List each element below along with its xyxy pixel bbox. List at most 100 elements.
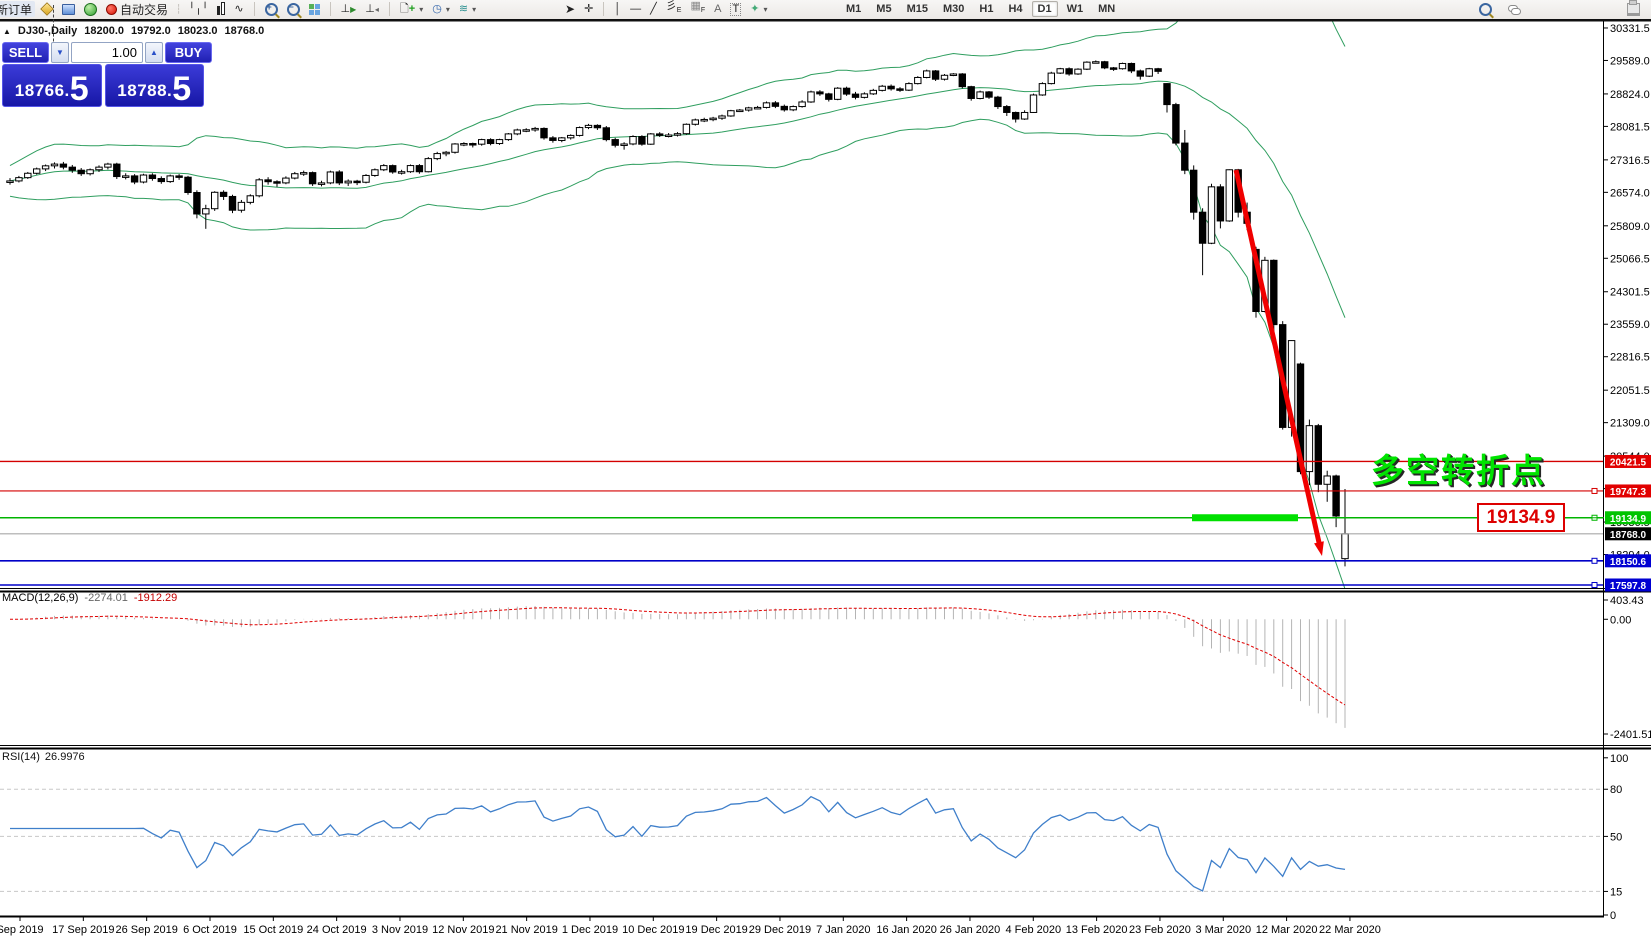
timeframe-m15[interactable]: M15 (901, 1, 934, 17)
chat-icon[interactable] (1505, 1, 1523, 17)
bar-chart-button[interactable]: ╵╷╵ (185, 1, 211, 17)
candlestick-chart-button[interactable] (214, 1, 228, 17)
macd-main-value: -2274.01 (84, 592, 127, 604)
text-label-button[interactable]: T (727, 1, 744, 17)
timeframe-w1[interactable]: W1 (1061, 1, 1090, 17)
candle (407, 166, 413, 172)
candle (568, 135, 574, 137)
crosshair-button[interactable]: ✛ (581, 1, 596, 17)
candle (781, 106, 787, 109)
zoom-out-button[interactable]: − (284, 1, 303, 17)
candle (496, 140, 502, 144)
candle (283, 178, 289, 183)
price-badge-text: 17597.8 (1610, 581, 1647, 592)
candle (292, 174, 298, 178)
candle (69, 167, 75, 170)
candle (915, 77, 921, 83)
candle (1217, 187, 1223, 221)
candle (941, 75, 947, 79)
line-chart-button[interactable]: ∿ (231, 1, 246, 17)
candle (185, 177, 191, 192)
candle (1164, 84, 1170, 105)
candle (1333, 476, 1339, 516)
date-axis-label: 4 Feb 2020 (1005, 924, 1061, 936)
timeframe-h4[interactable]: H4 (1002, 1, 1028, 17)
line-anchor-marker[interactable] (1592, 488, 1597, 493)
candle (34, 169, 40, 173)
support-zone-bar[interactable] (1192, 514, 1298, 521)
candle (843, 88, 849, 94)
fibo-fan-button[interactable]: ▦F (687, 1, 708, 17)
broadcast-icon[interactable] (81, 1, 100, 17)
date-axis-label: 3 Mar 2020 (1195, 924, 1251, 936)
cursor-button[interactable]: ➤ (562, 1, 578, 17)
price-callout-box[interactable]: 19134.9 (1477, 503, 1565, 532)
candle (1057, 69, 1063, 73)
candle (1075, 69, 1081, 74)
search-icon[interactable] (1476, 1, 1495, 17)
sell-button[interactable]: SELL (2, 42, 49, 63)
autotrading-button[interactable]: 自动交易 (103, 1, 171, 17)
trendline-button[interactable]: ╱ (647, 1, 660, 17)
fibonacci-button[interactable]: 彡E (663, 1, 685, 17)
candle (309, 173, 315, 184)
print-icon[interactable] (1624, 1, 1643, 17)
candle (203, 209, 209, 214)
candle (96, 167, 102, 170)
candle (7, 181, 13, 183)
indicators-button[interactable]: ≋▾ (456, 1, 479, 17)
candle (434, 154, 440, 159)
arrows-button[interactable]: ✦▾ (747, 1, 770, 17)
timeframe-m5[interactable]: M5 (870, 1, 897, 17)
buy-price-panel[interactable]: 18788. 5 (105, 64, 205, 107)
rsi-scale-label: 80 (1610, 784, 1622, 796)
turning-point-annotation[interactable]: 多空转折点 (1371, 444, 1546, 492)
candle (585, 125, 591, 127)
date-axis-label: 15 Oct 2019 (243, 924, 303, 936)
macd-name: MACD(12,26,9) (2, 592, 78, 604)
candle (51, 164, 57, 166)
vertical-line-button[interactable]: │ (611, 1, 624, 17)
trend-arrow[interactable] (1236, 170, 1320, 546)
text-button[interactable]: A (711, 1, 724, 17)
candle (1066, 69, 1072, 74)
candle (220, 192, 226, 196)
timeframe-m30[interactable]: M30 (937, 1, 970, 17)
volume-decrease-button[interactable]: ▼ (51, 42, 69, 63)
candle (950, 74, 956, 76)
horizontal-line-button[interactable]: — (627, 1, 644, 17)
timeframe-h1[interactable]: H1 (973, 1, 999, 17)
line-anchor-marker[interactable] (1592, 582, 1597, 587)
candle (897, 89, 903, 91)
sell-price-panel[interactable]: 18766. 5 (2, 64, 102, 107)
candle (1155, 69, 1161, 72)
candle (1146, 69, 1152, 76)
periods-button[interactable]: ◷▾ (429, 1, 453, 17)
candle (461, 144, 467, 146)
tile-windows-button[interactable] (306, 1, 323, 17)
candle (470, 144, 476, 146)
line-anchor-marker[interactable] (1592, 558, 1597, 563)
new-order-button[interactable]: 新订单 (0, 1, 35, 17)
candle (1191, 170, 1197, 212)
templates-button[interactable]: 🗋+▾ (397, 1, 426, 17)
timeframe-m1[interactable]: M1 (840, 1, 867, 17)
chart-shift-button[interactable]: ⊥◂ (362, 1, 382, 17)
profiles-icon[interactable] (59, 1, 78, 17)
volume-increase-button[interactable]: ▲ (145, 42, 163, 63)
timeframe-mn[interactable]: MN (1092, 1, 1121, 17)
autoscroll-button[interactable]: ⊥▶ (338, 1, 360, 17)
candle (835, 88, 841, 99)
one-click-toggle[interactable]: ▲ (3, 27, 11, 36)
timeframe-d1[interactable]: D1 (1032, 1, 1058, 17)
sell-price: 18766. (15, 78, 70, 104)
candle (665, 135, 671, 137)
volume-input[interactable] (71, 42, 143, 63)
candle (959, 74, 965, 87)
candle (479, 140, 485, 145)
zoom-in-button[interactable]: + (262, 1, 281, 17)
price-axis-label: 28081.5 (1610, 121, 1650, 133)
buy-button[interactable]: BUY (165, 42, 212, 63)
date-axis-label: 13 Feb 2020 (1066, 924, 1128, 936)
candle (131, 176, 137, 182)
